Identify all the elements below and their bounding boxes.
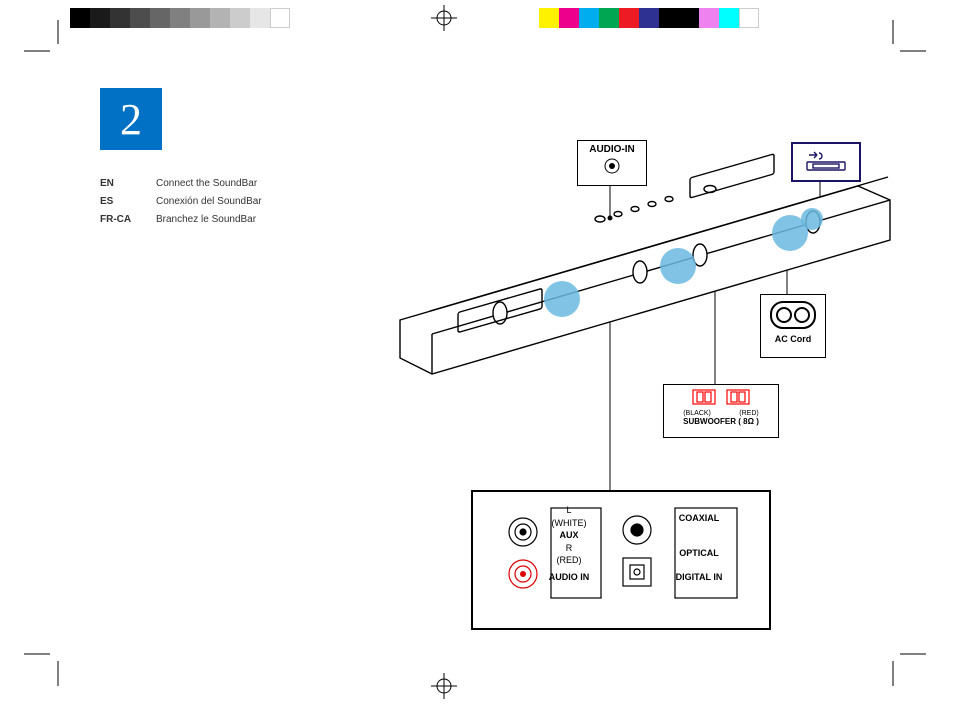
ac-cord-callout: AC Cord xyxy=(760,294,826,358)
ac-cord-label: AC Cord xyxy=(766,334,820,344)
binding-posts-icon xyxy=(673,388,769,410)
soundbar-diagram: AUDIO-IN AC Cord xyxy=(390,100,900,640)
aux-r: R xyxy=(545,542,593,555)
lang-row-fr-ca: FR-CA Branchez le SoundBar xyxy=(100,211,262,229)
aux-red: (RED) xyxy=(545,554,593,567)
lang-row-en: EN Connect the SoundBar xyxy=(100,175,262,193)
color-swatch xyxy=(539,8,759,28)
aux-mid: AUX xyxy=(545,529,593,542)
page: 2 EN Connect the SoundBar ES Conexión de… xyxy=(0,0,954,704)
audio-in-label: AUDIO-IN xyxy=(583,144,641,155)
aux-white: (WHITE) xyxy=(545,517,593,530)
lang-code: EN xyxy=(100,175,156,193)
optical-label: OPTICAL xyxy=(669,547,729,560)
ac-socket-icon xyxy=(768,298,818,332)
subwoofer-black-label: (BLACK) xyxy=(683,410,711,417)
aux-l: L xyxy=(545,504,593,517)
audio-jack-icon xyxy=(603,157,621,175)
usb-port-icon xyxy=(801,147,851,171)
subwoofer-callout: (BLACK) (RED) SUBWOOFER ( 8Ω ) xyxy=(663,384,779,438)
language-list: EN Connect the SoundBar ES Conexión del … xyxy=(100,175,262,229)
usb-callout xyxy=(791,142,861,182)
io-panel-callout: L (WHITE) AUX R (RED) AUDIO IN COAXIAL O… xyxy=(471,490,771,630)
lang-text: Conexión del SoundBar xyxy=(156,193,262,211)
aux-audio-in: AUDIO IN xyxy=(545,571,593,584)
lang-row-es: ES Conexión del SoundBar xyxy=(100,193,262,211)
grayscale-swatch xyxy=(70,8,290,28)
lang-code: FR-CA xyxy=(100,211,156,229)
lang-text: Branchez le SoundBar xyxy=(156,211,256,229)
coaxial-label: COAXIAL xyxy=(669,512,729,525)
step-number: 2 xyxy=(100,88,162,150)
digital-in-label: DIGITAL IN xyxy=(669,571,729,584)
subwoofer-red-label: (RED) xyxy=(739,410,758,417)
lang-text: Connect the SoundBar xyxy=(156,175,257,193)
audio-in-callout: AUDIO-IN xyxy=(577,140,647,186)
subwoofer-label: SUBWOOFER ( 8Ω ) xyxy=(669,417,773,426)
lang-code: ES xyxy=(100,193,156,211)
